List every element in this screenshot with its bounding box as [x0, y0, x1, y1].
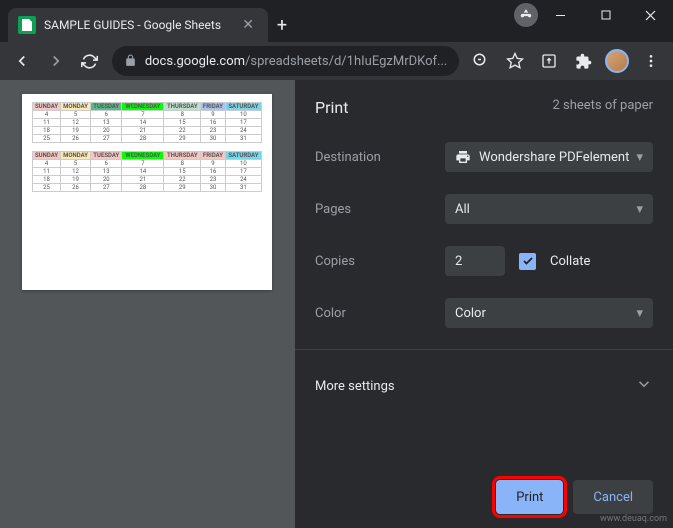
new-tab-button[interactable]: + — [268, 15, 296, 42]
browser-tab[interactable]: SAMPLE GUIDES - Google Sheets ✕ — [8, 8, 268, 42]
print-preview-pane: SUNDAYMONDAYTUESDAYWEDNESDAYTHURSDAYFRID… — [0, 80, 295, 528]
pages-label: Pages — [315, 202, 445, 217]
chevron-down-icon: ▾ — [636, 306, 643, 321]
zoom-button[interactable] — [465, 45, 497, 77]
incognito-icon — [514, 3, 538, 27]
forward-button[interactable] — [40, 45, 72, 77]
destination-select[interactable]: Wondershare PDFelement ▾ — [445, 142, 653, 172]
close-tab-icon[interactable]: ✕ — [238, 17, 258, 33]
collate-checkbox[interactable] — [519, 253, 536, 270]
back-button[interactable] — [6, 45, 38, 77]
divider — [295, 349, 673, 350]
watermark: www.deuaq.com — [600, 514, 667, 524]
close-window-button[interactable] — [628, 0, 673, 30]
cancel-button[interactable]: Cancel — [573, 480, 653, 514]
sheets-favicon-icon — [18, 16, 36, 34]
sheet-count: 2 sheets of paper — [552, 98, 653, 117]
collate-label: Collate — [550, 254, 590, 269]
pages-select[interactable]: All ▾ — [445, 194, 653, 224]
minimize-button[interactable] — [538, 0, 583, 30]
dialog-title: Print — [315, 98, 348, 117]
print-dialog: Print 2 sheets of paper Destination Wond… — [295, 80, 673, 528]
chevron-down-icon: ▾ — [636, 202, 643, 217]
url-text: docs.google.com/spreadsheets/d/1hIuEgzMr… — [145, 54, 448, 69]
printer-icon — [455, 149, 471, 165]
reload-button[interactable] — [74, 45, 106, 77]
menu-button[interactable] — [635, 45, 667, 77]
bookmark-button[interactable] — [499, 45, 531, 77]
copies-input[interactable] — [445, 246, 505, 276]
address-bar[interactable]: docs.google.com/spreadsheets/d/1hIuEgzMr… — [112, 46, 460, 76]
color-select[interactable]: Color ▾ — [445, 298, 653, 328]
chevron-down-icon: ▾ — [636, 150, 643, 165]
color-label: Color — [315, 306, 445, 321]
destination-label: Destination — [315, 150, 445, 165]
preview-page: SUNDAYMONDAYTUESDAYWEDNESDAYTHURSDAYFRID… — [22, 94, 272, 290]
share-button[interactable] — [533, 45, 565, 77]
copies-label: Copies — [315, 254, 445, 269]
maximize-button[interactable] — [583, 0, 628, 30]
profile-avatar[interactable] — [601, 45, 633, 77]
extensions-button[interactable] — [567, 45, 599, 77]
print-button[interactable]: Print — [496, 480, 563, 514]
more-settings-toggle[interactable]: More settings — [315, 360, 653, 412]
chevron-down-icon — [635, 375, 653, 397]
lock-icon — [124, 52, 137, 71]
tab-title: SAMPLE GUIDES - Google Sheets — [44, 18, 238, 32]
